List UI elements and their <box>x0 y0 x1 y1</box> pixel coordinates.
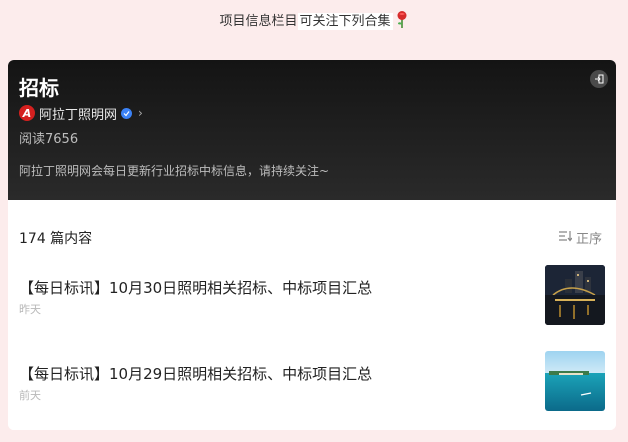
verified-icon <box>121 107 133 119</box>
collection-title: 招标 <box>19 76 59 100</box>
article-thumbnail <box>545 351 605 411</box>
list-item[interactable]: 【每日标讯】10月30日照明相关招标、中标项目汇总 昨天 <box>19 265 605 325</box>
author-link[interactable]: A 阿拉丁照明网 › <box>19 104 143 123</box>
article-date: 昨天 <box>19 303 41 316</box>
article-list-panel: 174 篇内容 正序 【每日标讯】10月30日照明相关招标、中标项目汇总 昨天 <box>8 200 616 430</box>
rose-icon <box>395 10 409 32</box>
article-thumbnail <box>545 265 605 325</box>
collection-note: 项目信息栏目 可关注下列合集 <box>0 10 628 32</box>
article-title: 【每日标讯】10月29日照明相关招标、中标项目汇总 <box>19 365 373 383</box>
list-item[interactable]: 【每日标讯】10月29日照明相关招标、中标项目汇总 前天 <box>19 351 605 411</box>
article-date: 前天 <box>19 389 41 402</box>
collection-description: 阿拉丁照明网会每日更新行业招标中标信息，请持续关注~ <box>19 164 330 178</box>
author-name: 阿拉丁照明网 <box>39 107 118 123</box>
sort-label: 正序 <box>575 232 602 247</box>
sort-button[interactable]: 正序 <box>558 228 602 247</box>
chevron-right-icon: › <box>138 106 143 120</box>
article-count: 174 篇内容 <box>19 231 93 247</box>
collection-header: 招标 A 阿拉丁照明网 › 阅读7656 阿拉丁照明网会每日更新行业招标中标信息… <box>8 60 616 200</box>
brand-logo-icon: A <box>19 105 35 121</box>
collection-card: 招标 A 阿拉丁照明网 › 阅读7656 阿拉丁照明网会每日更新行业招标中标信息… <box>8 60 616 430</box>
article-title: 【每日标讯】10月30日照明相关招标、中标项目汇总 <box>19 279 373 297</box>
sort-icon <box>558 230 573 246</box>
exit-icon[interactable] <box>590 70 608 88</box>
note-highlight: 可关注下列合集 <box>297 13 393 30</box>
read-count: 阅读7656 <box>19 132 79 147</box>
note-prefix: 项目信息栏目 <box>219 14 298 29</box>
